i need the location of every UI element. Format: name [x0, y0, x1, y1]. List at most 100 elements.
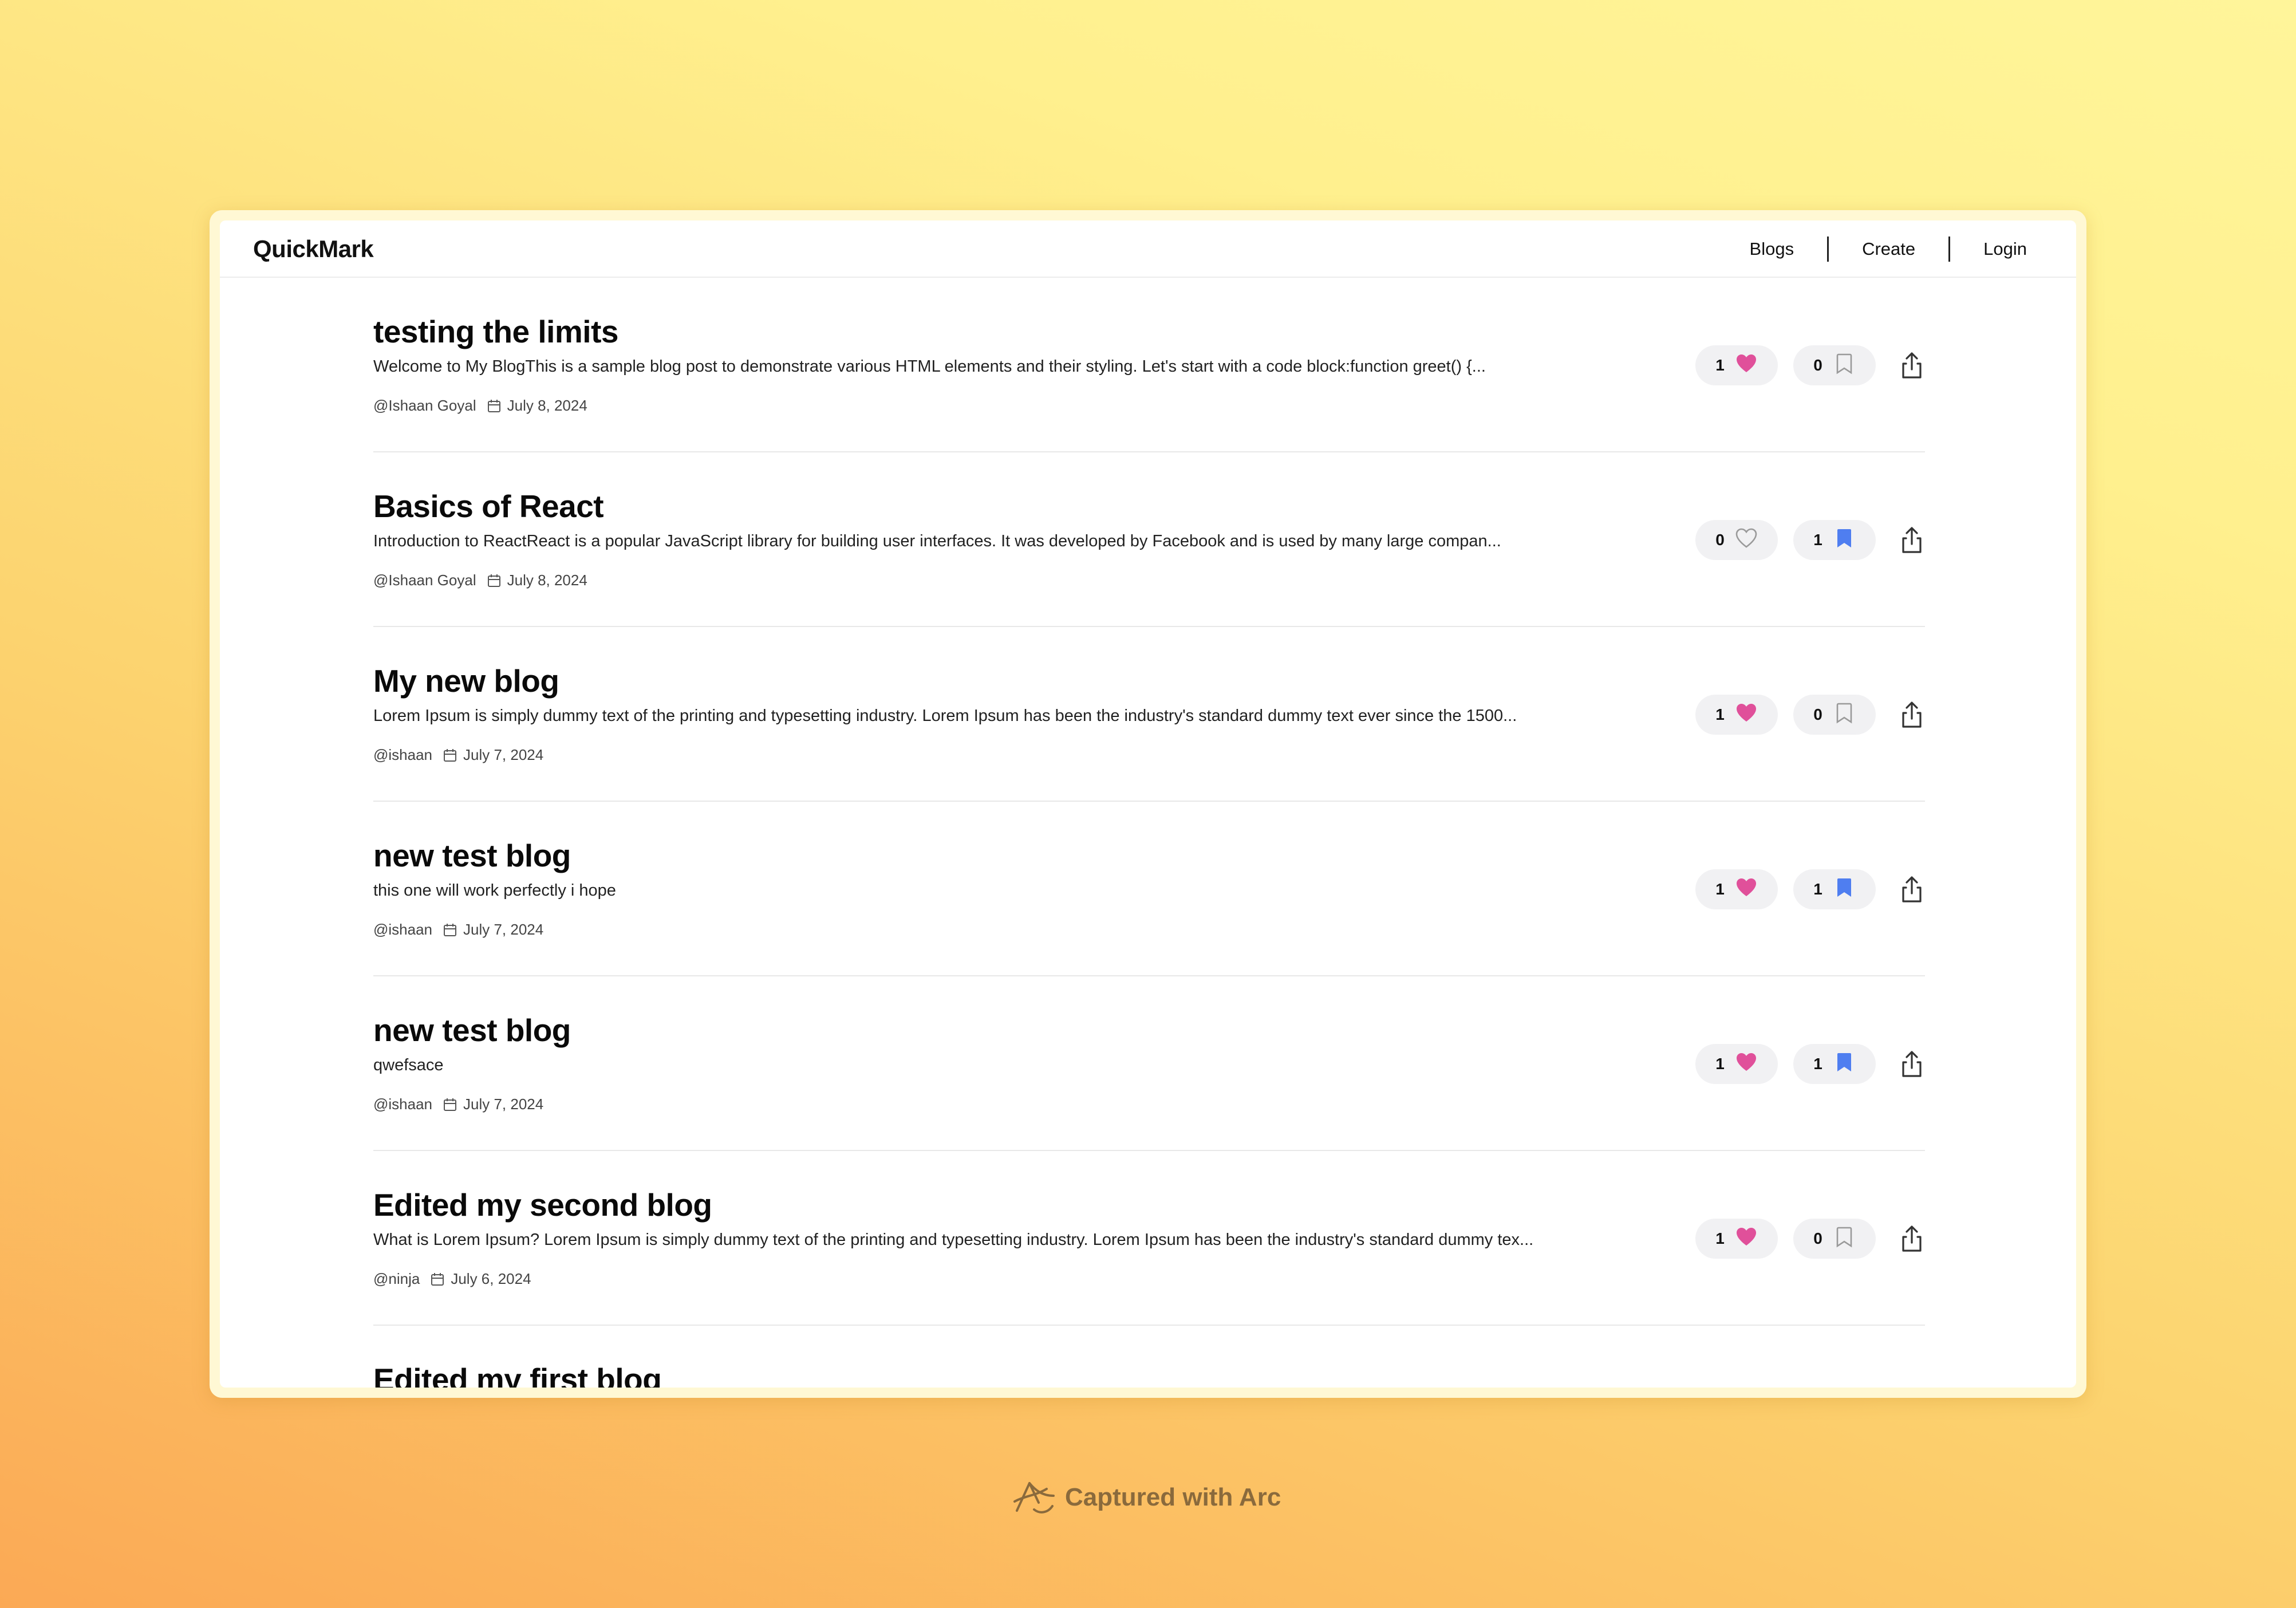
nav-links: Blogs Create Login [1750, 237, 2027, 262]
blog-post-card[interactable]: new test blog this one will work perfectl… [373, 802, 1925, 976]
bookmark-count: 0 [1813, 1229, 1822, 1247]
post-date: July 8, 2024 [507, 397, 587, 414]
bookmark-count: 1 [1813, 531, 1822, 549]
bookmark-button[interactable]: 1 [1793, 520, 1876, 560]
post-author[interactable]: @Ishaan Goyal [373, 572, 476, 589]
post-excerpt: Welcome to My BlogThis is a sample blog … [373, 357, 1486, 376]
nav-link-create[interactable]: Create [1862, 239, 1915, 259]
post-title[interactable]: new test blog [373, 837, 571, 874]
share-icon[interactable] [1899, 700, 1925, 729]
capture-label: Captured with Arc [1065, 1483, 1281, 1511]
post-date: July 6, 2024 [451, 1270, 531, 1287]
app-window: QuickMark Blogs Create Login testing the… [220, 220, 2076, 1388]
bookmark-button[interactable]: 1 [1793, 869, 1876, 909]
blog-post-card[interactable]: Basics of React Introduction to ReactReac… [373, 452, 1925, 627]
bookmark-icon [1833, 1225, 1856, 1252]
bookmark-count: 1 [1813, 1055, 1822, 1073]
post-author[interactable]: @ishaan [373, 1095, 432, 1113]
share-icon[interactable] [1899, 526, 1925, 554]
post-author[interactable]: @ninja [373, 1270, 420, 1288]
post-author[interactable]: @Ishaan Goyal [373, 397, 476, 415]
blog-post-card[interactable]: testing the limits Welcome to My BlogThis… [373, 278, 1925, 452]
post-meta: @ninja July 6, 2024 [373, 1270, 531, 1288]
post-date: July 7, 2024 [463, 921, 544, 938]
nav-link-login[interactable]: Login [1983, 239, 2027, 259]
like-count: 1 [1715, 1229, 1725, 1247]
heart-icon [1735, 1225, 1758, 1252]
post-excerpt: What is Lorem Ipsum? Lorem Ipsum is simp… [373, 1231, 1534, 1249]
bookmark-count: 1 [1813, 880, 1822, 898]
like-button[interactable]: 1 [1695, 345, 1778, 385]
heart-icon [1735, 352, 1758, 379]
post-title[interactable]: My new blog [373, 663, 559, 699]
blog-post-card[interactable]: My new blog Lorem Ipsum is simply dummy t… [373, 627, 1925, 802]
bookmark-icon [1833, 701, 1856, 728]
brand-logo[interactable]: QuickMark [253, 235, 374, 263]
post-excerpt: Lorem Ipsum is simply dummy text of the … [373, 707, 1517, 725]
blog-post-card[interactable]: Edited my second blog What is Lorem Ipsum… [373, 1151, 1925, 1326]
nav-divider [1827, 237, 1829, 262]
like-button[interactable]: 0 [1695, 520, 1778, 560]
post-title[interactable]: Edited my second blog [373, 1187, 712, 1223]
post-actions: 1 1 [1695, 1044, 1925, 1084]
like-button[interactable]: 1 [1695, 695, 1778, 735]
bookmark-icon [1833, 1051, 1856, 1078]
share-icon[interactable] [1899, 1224, 1925, 1253]
heart-icon [1735, 876, 1758, 903]
blog-post-card[interactable]: new test blog qwefsace @ishaan July 7, 20… [373, 976, 1925, 1151]
arc-capture-badge: Captured with Arc [1012, 1479, 1281, 1516]
bookmark-button[interactable]: 0 [1793, 1219, 1876, 1259]
bookmark-icon [1833, 527, 1856, 554]
share-icon[interactable] [1899, 875, 1925, 904]
browser-frame: QuickMark Blogs Create Login testing the… [210, 210, 2086, 1398]
like-count: 1 [1715, 356, 1725, 374]
post-author[interactable]: @ishaan [373, 746, 432, 764]
post-date: July 7, 2024 [463, 1095, 544, 1113]
post-meta: @ishaan July 7, 2024 [373, 1095, 543, 1113]
like-count: 0 [1715, 531, 1725, 549]
post-excerpt: this one will work perfectly i hope [373, 881, 616, 900]
post-meta: @ishaan July 7, 2024 [373, 921, 543, 939]
bookmark-count: 0 [1813, 356, 1822, 374]
share-icon[interactable] [1899, 1050, 1925, 1078]
calendar-icon [443, 1097, 457, 1112]
heart-icon [1735, 701, 1758, 728]
bookmark-count: 0 [1813, 706, 1822, 723]
heart-icon [1735, 1051, 1758, 1078]
top-navbar: QuickMark Blogs Create Login [220, 220, 2076, 278]
calendar-icon [430, 1272, 445, 1287]
like-button[interactable]: 1 [1695, 1219, 1778, 1259]
post-excerpt: qwefsace [373, 1056, 444, 1074]
blog-post-card[interactable]: Edited my first blog [373, 1326, 1925, 1388]
calendar-icon [487, 573, 502, 588]
post-meta: @ishaan July 7, 2024 [373, 746, 543, 764]
bookmark-button[interactable]: 0 [1793, 345, 1876, 385]
like-button[interactable]: 1 [1695, 869, 1778, 909]
like-count: 1 [1715, 1055, 1725, 1073]
post-title[interactable]: Basics of React [373, 488, 604, 525]
bookmark-icon [1833, 876, 1856, 903]
post-title[interactable]: Edited my first blog [373, 1361, 662, 1388]
like-count: 1 [1715, 880, 1725, 898]
like-count: 1 [1715, 706, 1725, 723]
heart-icon [1735, 527, 1758, 554]
bookmark-button[interactable]: 0 [1793, 695, 1876, 735]
post-actions: 1 1 [1695, 869, 1925, 909]
post-meta: @Ishaan Goyal July 8, 2024 [373, 397, 587, 415]
post-meta: @Ishaan Goyal July 8, 2024 [373, 572, 587, 589]
post-title[interactable]: new test blog [373, 1012, 571, 1049]
nav-link-blogs[interactable]: Blogs [1750, 239, 1794, 259]
post-actions: 1 0 [1695, 1219, 1925, 1259]
bookmark-button[interactable]: 1 [1793, 1044, 1876, 1084]
bookmark-icon [1833, 352, 1856, 379]
share-icon[interactable] [1899, 351, 1925, 380]
calendar-icon [487, 399, 502, 413]
like-button[interactable]: 1 [1695, 1044, 1778, 1084]
blog-feed: testing the limits Welcome to My BlogThis… [373, 278, 1925, 1388]
calendar-icon [443, 748, 457, 763]
post-title[interactable]: testing the limits [373, 313, 619, 350]
post-author[interactable]: @ishaan [373, 921, 432, 939]
arc-logo-icon [1013, 1482, 1055, 1514]
post-actions: 0 1 [1695, 520, 1925, 560]
calendar-icon [443, 923, 457, 937]
